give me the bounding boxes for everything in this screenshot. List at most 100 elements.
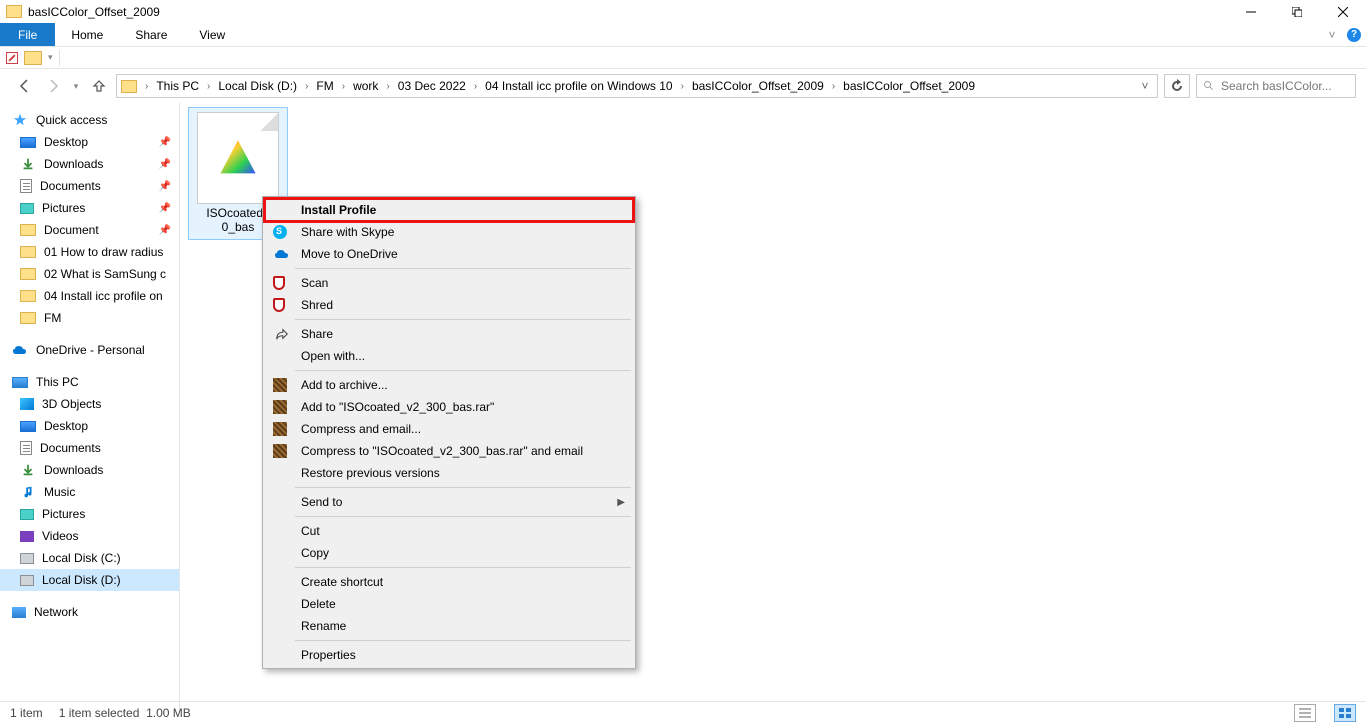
downloads-icon [20,462,36,478]
maximize-button[interactable] [1274,0,1320,23]
sidebar-item-desktop[interactable]: Desktop📌 [0,131,179,153]
sidebar-item-disk-d[interactable]: Local Disk (D:) [0,569,179,591]
sidebar-item-document[interactable]: Document📌 [0,219,179,241]
ctx-add-to-rar[interactable]: Add to "ISOcoated_v2_300_bas.rar" [265,396,633,418]
file-name-label: ISOcoated_0_bas [206,206,269,235]
documents-icon [20,441,32,455]
chevron-right-icon[interactable]: › [470,81,481,92]
properties-icon[interactable] [6,52,18,64]
ctx-share[interactable]: Share [265,323,633,345]
tab-share[interactable]: Share [119,23,183,46]
window-title: basICColor_Offset_2009 [28,5,1228,19]
search-input[interactable]: Search basICColor... [1196,74,1356,98]
recent-dropdown[interactable]: ▾ [70,75,82,97]
breadcrumb-seg[interactable]: Local Disk (D:) [216,79,299,93]
sidebar-item-3dobjects[interactable]: 3D Objects [0,393,179,415]
folder-icon [20,246,36,258]
desktop-icon [20,137,36,148]
ctx-move-onedrive[interactable]: Move to OneDrive [265,243,633,265]
chevron-right-icon[interactable]: › [301,81,312,92]
sidebar-item-folder[interactable]: FM [0,307,179,329]
ctx-restore-versions[interactable]: Restore previous versions [265,462,633,484]
tab-view[interactable]: View [183,23,241,46]
refresh-button[interactable] [1164,74,1190,98]
breadcrumb-seg[interactable]: basICColor_Offset_2009 [690,79,826,93]
forward-button[interactable] [42,75,64,97]
close-button[interactable] [1320,0,1366,23]
ctx-delete[interactable]: Delete [265,593,633,615]
chevron-right-icon[interactable]: › [141,81,152,92]
breadcrumb-seg[interactable]: This PC [154,79,201,93]
ctx-compress-email[interactable]: Compress and email... [265,418,633,440]
nav-toolbar: ▾ › This PC › Local Disk (D:) › FM › wor… [0,69,1366,103]
tab-home[interactable]: Home [55,23,119,46]
sidebar-network[interactable]: Network [0,601,179,623]
up-button[interactable] [88,75,110,97]
ctx-share-skype[interactable]: Share with Skype [265,221,633,243]
sidebar-onedrive[interactable]: OneDrive - Personal [0,339,179,361]
sidebar-item-documents[interactable]: Documents📌 [0,175,179,197]
winrar-icon [273,400,287,414]
address-bar[interactable]: › This PC › Local Disk (D:) › FM › work … [116,74,1158,98]
ctx-send-to[interactable]: Send to▶ [265,491,633,513]
sidebar-item-pictures[interactable]: Pictures📌 [0,197,179,219]
thispc-icon [12,377,28,388]
ctx-add-archive[interactable]: Add to archive... [265,374,633,396]
pin-icon: 📌 [159,159,171,170]
minimize-button[interactable] [1228,0,1274,23]
desktop-icon [20,421,36,432]
sidebar-item-videos[interactable]: Videos [0,525,179,547]
sidebar-item-pictures[interactable]: Pictures [0,503,179,525]
tab-file[interactable]: File [0,23,55,46]
chevron-right-icon[interactable]: › [828,81,839,92]
titlebar: basICColor_Offset_2009 [0,0,1366,23]
sidebar-this-pc[interactable]: This PC [0,371,179,393]
sidebar-item-folder[interactable]: 04 Install icc profile on [0,285,179,307]
breadcrumb-seg[interactable]: 04 Install icc profile on Windows 10 [483,79,674,93]
ctx-cut[interactable]: Cut [265,520,633,542]
ctx-rename[interactable]: Rename [265,615,633,637]
sidebar-item-folder[interactable]: 02 What is SamSung c [0,263,179,285]
separator [295,370,631,371]
ctx-compress-to-email[interactable]: Compress to "ISOcoated_v2_300_bas.rar" a… [265,440,633,462]
pin-icon: 📌 [159,181,171,192]
chevron-right-icon[interactable]: › [338,81,349,92]
chevron-right-icon[interactable]: › [677,81,688,92]
ctx-copy[interactable]: Copy [265,542,633,564]
new-folder-icon[interactable] [24,51,42,65]
sidebar-item-music[interactable]: Music [0,481,179,503]
network-icon [12,607,26,618]
folder-icon [20,268,36,280]
sidebar-item-downloads[interactable]: Downloads [0,459,179,481]
chevron-right-icon[interactable]: › [382,81,393,92]
address-dropdown[interactable]: ˅ [1137,79,1153,93]
ctx-shred[interactable]: Shred [265,294,633,316]
back-button[interactable] [14,75,36,97]
sidebar-item-disk-c[interactable]: Local Disk (C:) [0,547,179,569]
breadcrumb-seg[interactable]: FM [314,79,335,93]
sidebar-item-folder[interactable]: 01 How to draw radius [0,241,179,263]
chevron-right-icon[interactable]: › [203,81,214,92]
ctx-create-shortcut[interactable]: Create shortcut [265,571,633,593]
ctx-open-with[interactable]: Open with... [265,345,633,367]
sidebar-item-desktop[interactable]: Desktop [0,415,179,437]
ctx-scan[interactable]: Scan [265,272,633,294]
details-view-button[interactable] [1294,704,1316,722]
breadcrumb-seg[interactable]: basICColor_Offset_2009 [841,79,977,93]
ctx-install-profile[interactable]: Install Profile [265,199,633,221]
breadcrumb-seg[interactable]: work [351,79,380,93]
star-icon [12,112,28,128]
icons-view-button[interactable] [1334,704,1356,722]
ribbon-collapse-button[interactable]: ˅ [1322,23,1342,46]
breadcrumb-seg[interactable]: 03 Dec 2022 [396,79,468,93]
onedrive-icon [273,245,291,263]
ctx-properties[interactable]: Properties [265,644,633,666]
help-button[interactable]: ? [1342,23,1366,46]
separator [295,268,631,269]
folder-icon [121,80,137,93]
pin-icon: 📌 [159,225,171,236]
sidebar-quick-access[interactable]: Quick access [0,109,179,131]
sidebar-item-documents[interactable]: Documents [0,437,179,459]
sidebar-item-downloads[interactable]: Downloads📌 [0,153,179,175]
status-bar: 1 item 1 item selected 1.00 MB [0,701,1366,723]
